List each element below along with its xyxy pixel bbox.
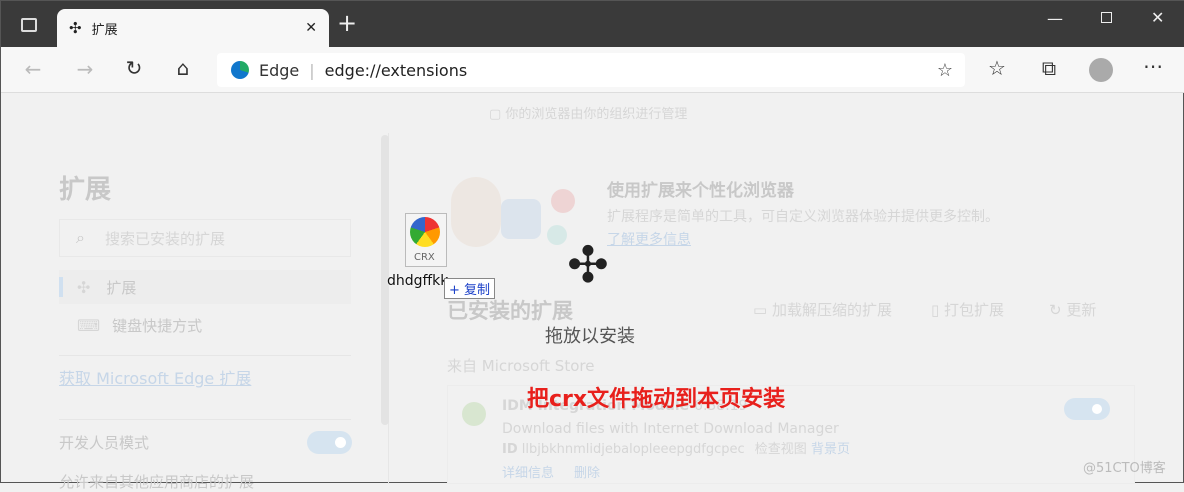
maximize-button[interactable]: [1101, 12, 1112, 23]
close-window-button[interactable]: ✕: [1151, 8, 1164, 27]
sidebar-item-shortcuts[interactable]: ⌨ 键盘快捷方式: [77, 315, 202, 336]
forward-button[interactable]: →: [69, 57, 101, 81]
sidebar-title: 扩展: [59, 175, 112, 205]
puzzle-icon: ✣: [69, 19, 82, 37]
profile-avatar[interactable]: [1089, 58, 1113, 82]
search-input[interactable]: ⌕ 搜索已安装的扩展: [59, 219, 351, 257]
installed-title: 已安装的扩展: [447, 299, 573, 323]
drop-puzzle-icon: ✣: [567, 236, 609, 294]
idm-icon: [462, 402, 486, 426]
back-button[interactable]: ←: [17, 57, 49, 81]
extension-toggle[interactable]: [1064, 398, 1110, 420]
collections-button[interactable]: ⧉: [1033, 56, 1065, 80]
watermark: @51CTO博客: [1083, 461, 1166, 476]
title-bar: ✣ 扩展 ✕ + — ✕: [1, 1, 1184, 47]
load-unpacked-button[interactable]: ▭ 加载解压缩的扩展: [753, 299, 892, 320]
tab-actions-icon[interactable]: [21, 18, 37, 32]
dev-mode-toggle[interactable]: [307, 431, 352, 454]
get-extensions-link[interactable]: 获取 Microsoft Edge 扩展: [59, 365, 251, 389]
tab-extensions[interactable]: ✣ 扩展 ✕: [57, 9, 329, 47]
sidebar: 扩展 ⌕ 搜索已安装的扩展 ✣ 扩展 ⌨ 键盘快捷方式 获取 Microsoft…: [1, 133, 389, 491]
close-tab-icon[interactable]: ✕: [305, 20, 317, 36]
copy-tooltip: + 复制: [444, 278, 496, 299]
search-icon: ⌕: [76, 228, 85, 247]
crx-file-icon[interactable]: CRX: [405, 213, 447, 267]
add-favorite-icon[interactable]: ☆: [937, 60, 953, 81]
promo-description: 扩展程序是简单的工具，可自定义浏览器体验并提供更多控制。: [607, 209, 999, 225]
favorites-button[interactable]: ☆: [981, 56, 1013, 80]
puzzle-icon: ✣: [77, 277, 91, 297]
keyboard-icon: ⌨: [77, 316, 101, 335]
learn-more-link[interactable]: 了解更多信息: [607, 229, 691, 249]
dragged-file-name: dhdgffkk: [387, 273, 449, 289]
new-tab-button[interactable]: +: [337, 9, 357, 37]
edge-logo-icon: [231, 61, 249, 79]
home-button[interactable]: ⌂: [167, 56, 199, 80]
refresh-button[interactable]: ↻: [118, 56, 150, 80]
managed-banner: ▢ 你的浏览器由你的组织进行管理: [489, 107, 688, 122]
more-menu-button[interactable]: ⋯: [1137, 54, 1169, 78]
promo-title: 使用扩展来个性化浏览器: [607, 181, 794, 201]
url-text: edge://extensions: [324, 60, 468, 80]
annotation-text: 把crx文件拖动到本页安装: [527, 387, 786, 412]
update-button[interactable]: ↻ 更新: [1049, 299, 1096, 320]
minimize-button[interactable]: —: [1047, 9, 1063, 28]
dev-mode-label: 开发人员模式: [59, 434, 150, 452]
promo-illustration: [441, 169, 581, 259]
details-link[interactable]: 详细信息: [502, 462, 554, 481]
allow-other-stores-label: 允许来自其他应用商店的扩展: [59, 473, 255, 491]
sidebar-item-extensions[interactable]: ✣ 扩展: [59, 270, 351, 304]
address-bar[interactable]: Edge | edge://extensions ☆: [217, 53, 965, 87]
drop-to-install-text: 拖放以安装: [545, 326, 635, 347]
source-label: 来自 Microsoft Store: [447, 357, 595, 375]
remove-link[interactable]: 删除: [574, 462, 600, 481]
pack-extension-button[interactable]: ▯ 打包扩展: [931, 299, 1004, 320]
